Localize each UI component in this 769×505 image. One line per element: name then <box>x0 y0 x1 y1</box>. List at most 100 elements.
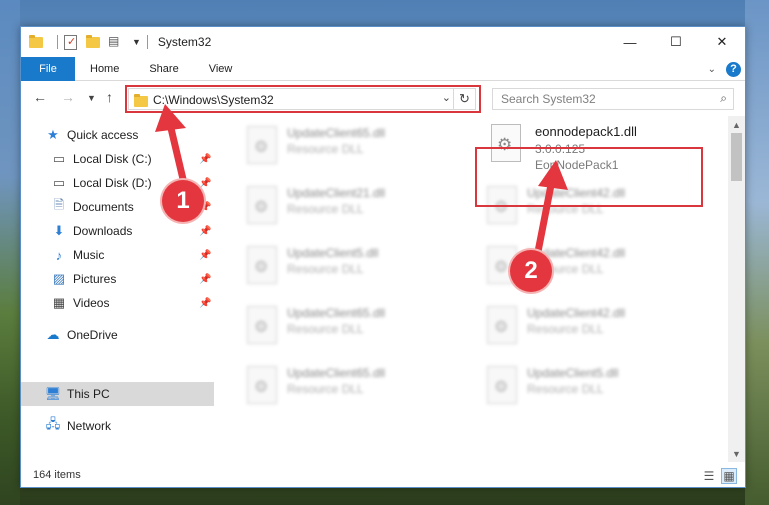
sidebar-item-onedrive[interactable]: ☁ OneDrive <box>21 323 214 347</box>
file-tile[interactable]: UpdateClient5.dll Resource DLL <box>471 360 701 416</box>
file-tile[interactable]: UpdateClient42.dll Resource DLL <box>471 180 701 236</box>
file-name: UpdateClient42.dll <box>527 186 626 200</box>
toolbar-separator <box>57 35 58 49</box>
tab-file[interactable]: File <box>21 56 75 81</box>
dll-file-icon <box>487 186 517 224</box>
download-arrow-icon: ⬇ <box>53 223 65 238</box>
scroll-up-icon[interactable]: ▲ <box>728 116 745 133</box>
tiles-view-icon[interactable]: ▦ <box>721 468 737 484</box>
sidebar-item-label: Pictures <box>73 272 117 286</box>
properties-icon[interactable] <box>64 34 80 50</box>
back-arrow-icon[interactable]: ← <box>33 89 47 105</box>
address-bar[interactable]: C:\Windows\System32 ⌄ ↻ <box>128 88 476 110</box>
file-name: UpdateClient5.dll <box>287 246 379 260</box>
toolbar-dropdown-icon[interactable]: ▼ <box>132 37 141 47</box>
pin-icon[interactable]: 📌 <box>199 274 211 285</box>
sidebar-item-label: OneDrive <box>67 328 118 342</box>
customize-toolbar-icon[interactable]: ▤ <box>108 34 124 50</box>
minimize-button[interactable]: — <box>607 27 653 57</box>
dll-file-icon <box>247 186 277 224</box>
file-tile[interactable]: UpdateClient65.dll Resource DLL <box>231 120 461 176</box>
pin-icon[interactable]: 📌 <box>199 178 211 189</box>
file-version: 3.0.0.125 <box>535 142 586 156</box>
forward-arrow-icon[interactable]: → <box>61 89 75 105</box>
chevron-down-icon[interactable]: ⌄ <box>442 91 451 104</box>
scroll-down-icon[interactable]: ▼ <box>728 445 745 462</box>
sidebar-item-label: Music <box>73 248 105 262</box>
scroll-thumb[interactable] <box>731 133 742 181</box>
sidebar-item-pictures[interactable]: ▨ Pictures 📌 <box>21 267 214 291</box>
close-button[interactable]: ✕ <box>699 27 745 57</box>
sidebar-item-this-pc[interactable]: 🖥 This PC <box>21 382 214 406</box>
file-name: UpdateClient65.dll <box>287 126 386 140</box>
pin-icon[interactable]: 📌 <box>199 250 211 261</box>
details-view-icon[interactable]: ☰ <box>701 468 717 484</box>
ribbon-tabs: File Home Share View ⌄ ? <box>21 56 745 81</box>
toolbar-separator <box>146 35 148 49</box>
step-2-badge: 2 <box>510 250 552 292</box>
film-icon: ▦ <box>52 295 66 310</box>
star-icon: ★ <box>47 127 59 142</box>
file-type: Resource DLL <box>287 262 364 276</box>
file-description: EonNodePack1 <box>535 158 619 172</box>
file-tile[interactable]: UpdateClient5.dll Resource DLL <box>231 240 461 296</box>
file-type: Resource DLL <box>287 382 364 396</box>
sidebar-item-network[interactable]: 🖧 Network <box>21 414 214 438</box>
dll-file-icon <box>491 124 521 162</box>
file-name: UpdateClient21.dll <box>287 186 386 200</box>
status-bar: 164 items ☰ ▦ <box>21 463 745 487</box>
file-name: eonnodepack1.dll <box>535 124 637 139</box>
tab-share[interactable]: Share <box>134 57 193 81</box>
recent-locations-chevron-icon[interactable]: ▼ <box>87 93 96 103</box>
music-note-icon: ♪ <box>55 247 63 263</box>
search-input[interactable] <box>493 89 693 109</box>
sidebar-item-label: Videos <box>73 296 110 310</box>
sidebar-item-music[interactable]: ♪ Music 📌 <box>21 243 214 267</box>
file-tile[interactable]: UpdateClient65.dll Resource DLL <box>231 300 461 356</box>
help-icon[interactable]: ? <box>726 61 741 77</box>
refresh-icon[interactable]: ↻ <box>453 89 475 109</box>
search-box[interactable]: ⌕ <box>492 88 734 110</box>
target-dll-file[interactable]: eonnodepack1.dll 3.0.0.125 EonNodePack1 <box>481 116 711 176</box>
file-type: Resource DLL <box>287 142 364 156</box>
search-icon[interactable]: ⌕ <box>720 91 727 106</box>
pin-icon[interactable]: 📌 <box>199 226 211 237</box>
window-title: System32 <box>157 35 212 49</box>
file-tile[interactable]: UpdateClient21.dll Resource DLL <box>231 180 461 236</box>
pin-icon[interactable]: 📌 <box>199 298 211 309</box>
drive-icon: ▭ <box>52 151 66 166</box>
sidebar-item-downloads[interactable]: ⬇ Downloads 📌 <box>21 219 214 243</box>
sidebar-item-local-disk-c[interactable]: ▭ Local Disk (C:) 📌 <box>21 147 214 171</box>
quick-access-toolbar: ▤ ▼ <box>21 27 154 57</box>
up-arrow-icon[interactable]: ↑ <box>106 89 113 105</box>
vertical-scrollbar[interactable]: ▲ ▼ <box>728 116 745 462</box>
drive-icon: ▭ <box>52 175 66 190</box>
step-1-badge: 1 <box>162 180 204 222</box>
sidebar-item-videos[interactable]: ▦ Videos 📌 <box>21 291 214 315</box>
sidebar-item-quick-access[interactable]: ★ Quick access <box>21 123 214 147</box>
file-type: Resource DLL <box>287 322 364 336</box>
sidebar-item-label: Network <box>67 419 112 433</box>
file-type: Resource DLL <box>287 202 364 216</box>
folder-icon <box>29 34 45 50</box>
file-type: Resource DLL <box>527 382 604 396</box>
address-row: ← → ▼ ↑ C:\Windows\System32 ⌄ ↻ ⌕ <box>21 82 745 116</box>
pin-icon[interactable]: 📌 <box>199 154 211 165</box>
file-tile[interactable]: UpdateClient42.dll Resource DLL <box>471 300 701 356</box>
file-name: UpdateClient65.dll <box>287 306 386 320</box>
tab-view[interactable]: View <box>194 57 248 81</box>
dll-file-icon <box>247 366 277 404</box>
address-path[interactable]: C:\Windows\System32 <box>153 93 274 107</box>
tab-home[interactable]: Home <box>75 57 134 81</box>
file-tile[interactable]: UpdateClient42.dll Resource DLL <box>471 240 701 296</box>
chevron-down-icon[interactable]: ⌄ <box>708 64 716 75</box>
pictures-icon: ▨ <box>52 271 66 286</box>
sidebar-item-label: Downloads <box>73 224 133 238</box>
ribbon-right-controls: ⌄ ? <box>708 57 741 81</box>
file-tile[interactable]: UpdateClient65.dll Resource DLL <box>231 360 461 416</box>
dll-file-icon <box>247 306 277 344</box>
maximize-button[interactable]: ☐ <box>653 27 699 57</box>
new-folder-icon[interactable] <box>86 34 102 50</box>
desktop-background-right <box>745 0 769 505</box>
window-controls: — ☐ ✕ <box>607 27 745 57</box>
